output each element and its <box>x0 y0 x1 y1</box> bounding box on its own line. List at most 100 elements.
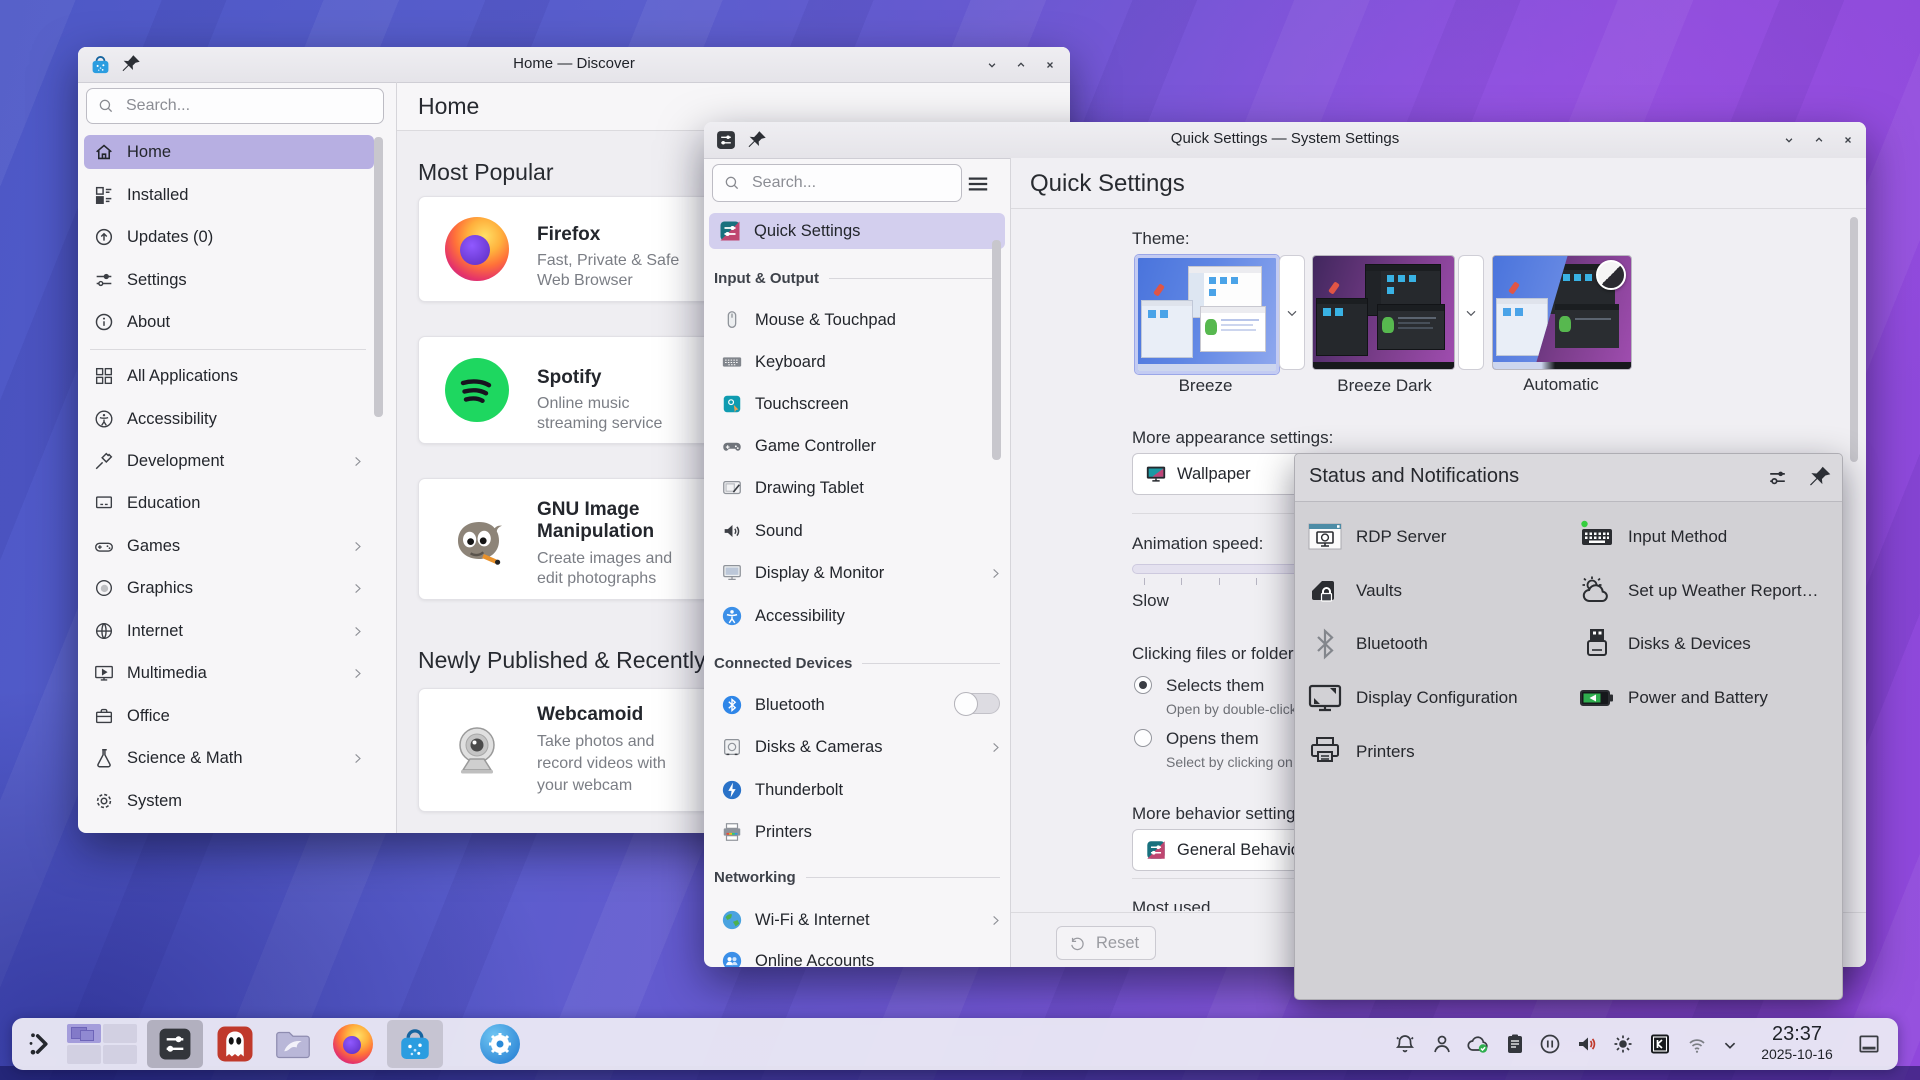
maximize-button[interactable] <box>1805 126 1833 154</box>
sidebar-item-office[interactable]: Office <box>84 699 374 733</box>
tray-item-vaults[interactable]: Vaults <box>1307 572 1402 610</box>
theme-thumbnail-breeze-dark[interactable] <box>1312 255 1455 370</box>
sidebar-item-thunderbolt[interactable]: Thunderbolt <box>712 772 1012 808</box>
pin-icon[interactable] <box>1807 464 1833 490</box>
user-icon[interactable] <box>1430 1032 1454 1056</box>
sidebar-item-system[interactable]: System <box>84 784 374 818</box>
info-icon <box>93 311 115 333</box>
sidebar-item-updates[interactable]: Updates (0) <box>84 220 374 254</box>
sidebar-item-installed[interactable]: Installed <box>84 178 374 212</box>
close-button[interactable] <box>1834 126 1862 154</box>
task-dolphin[interactable] <box>273 1025 313 1065</box>
thunderbolt-icon <box>721 779 743 801</box>
chevron-right-icon <box>988 566 1003 581</box>
sidebar-item-development[interactable]: Development <box>84 444 374 478</box>
theme-breeze-dropdown[interactable] <box>1279 255 1305 370</box>
task-system-settings[interactable] <box>147 1020 203 1068</box>
sidebar-item-home[interactable]: Home <box>84 135 374 169</box>
cloud-sync-icon[interactable] <box>1466 1032 1490 1056</box>
section-header-connected-devices: Connected Devices <box>714 655 1000 672</box>
close-button[interactable] <box>1036 51 1064 79</box>
show-desktop-button[interactable] <box>1856 1031 1882 1057</box>
discover-task-icon <box>395 1024 435 1064</box>
clipboard-icon[interactable] <box>1503 1032 1527 1056</box>
tray-item-printers[interactable]: Printers <box>1307 733 1415 771</box>
tray-item-weather[interactable]: Set up Weather Report… <box>1579 572 1819 610</box>
brightness-icon[interactable] <box>1611 1032 1635 1056</box>
printer-outline-icon <box>1307 734 1343 770</box>
sidebar-item-wifi-internet[interactable]: Wi-Fi & Internet <box>712 902 1012 938</box>
keyboard-layout-icon[interactable] <box>1648 1032 1672 1056</box>
app-launcher-icon[interactable] <box>26 1030 54 1058</box>
sidebar-item-sound[interactable]: Sound <box>712 513 1012 549</box>
tray-item-rdp-server[interactable]: RDP Server <box>1307 518 1446 556</box>
sidebar-item-graphics[interactable]: Graphics <box>84 571 374 605</box>
speaker-icon <box>721 520 743 542</box>
sidebar-item-accessibility[interactable]: Accessibility <box>84 402 374 436</box>
sidebar-item-mouse-touchpad[interactable]: Mouse & Touchpad <box>712 302 1012 338</box>
theme-thumbnail-automatic[interactable] <box>1492 255 1632 370</box>
sidebar-item-settings[interactable]: Settings <box>84 263 374 297</box>
sidebar-item-about[interactable]: About <box>84 305 374 339</box>
tray-item-disks-devices[interactable]: Disks & Devices <box>1579 625 1751 663</box>
task-discover[interactable] <box>387 1020 443 1068</box>
sidebar-item-keyboard[interactable]: Keyboard <box>712 344 1012 380</box>
webcamoid-icon <box>445 718 509 782</box>
sidebar-item-science-math[interactable]: Science & Math <box>84 741 374 775</box>
minimize-button[interactable] <box>1775 126 1803 154</box>
radio-opens-them[interactable] <box>1134 729 1152 747</box>
sidebar-item-game-controller[interactable]: Game Controller <box>712 428 1012 464</box>
tray-item-bluetooth[interactable]: Bluetooth <box>1307 625 1428 663</box>
accessibility-blue-icon <box>721 605 743 627</box>
discover-search[interactable] <box>86 88 384 124</box>
sidebar-item-education[interactable]: Education <box>84 486 374 520</box>
sidebar-item-internet[interactable]: Internet <box>84 614 374 648</box>
notifications-bell-icon[interactable] <box>1393 1032 1417 1056</box>
tray-item-display-configuration[interactable]: Display Configuration <box>1307 679 1518 717</box>
clock[interactable]: 23:37 2025-10-16 <box>1745 1022 1849 1066</box>
sidebar-item-printers[interactable]: Printers <box>712 814 1012 850</box>
tray-expand-icon[interactable] <box>1719 1034 1741 1056</box>
task-konqueror[interactable] <box>480 1024 520 1064</box>
sidebar-scrollbar[interactable] <box>992 240 1001 460</box>
discover-titlebar[interactable]: Home — Discover <box>78 47 1070 83</box>
maximize-button[interactable] <box>1007 51 1035 79</box>
sidebar-item-quick-settings[interactable]: Quick Settings <box>709 213 1005 249</box>
settings-search-input[interactable] <box>750 173 951 193</box>
minimize-button[interactable] <box>978 51 1006 79</box>
theme-thumbnail-breeze[interactable] <box>1135 255 1279 374</box>
sidebar-item-display-monitor[interactable]: Display & Monitor <box>712 555 1012 591</box>
volume-icon[interactable] <box>1575 1032 1599 1056</box>
desktop: Home — Discover Home Home Installed Upda… <box>0 0 1920 1080</box>
radio-selects-them[interactable] <box>1134 676 1152 694</box>
media-pause-icon[interactable] <box>1538 1032 1562 1056</box>
tray-item-power-battery[interactable]: Power and Battery <box>1579 679 1768 717</box>
bluetooth-toggle[interactable] <box>954 693 1000 714</box>
settings-search[interactable] <box>712 164 962 202</box>
sidebar-item-accessibility[interactable]: Accessibility <box>712 598 1012 634</box>
discover-search-input[interactable] <box>124 96 373 116</box>
sidebar-item-drawing-tablet[interactable]: Drawing Tablet <box>712 470 1012 506</box>
tray-item-input-method[interactable]: Input Method <box>1579 518 1727 556</box>
content-scrollbar[interactable] <box>1850 217 1858 462</box>
chevron-right-icon <box>350 751 365 766</box>
system-settings-titlebar[interactable]: Quick Settings — System Settings <box>704 122 1866 159</box>
theme-breeze-dark-dropdown[interactable] <box>1458 255 1484 370</box>
task-firefox[interactable] <box>333 1024 373 1064</box>
sidebar-item-all-applications[interactable]: All Applications <box>84 359 374 393</box>
task-ghostwriter[interactable] <box>215 1024 255 1064</box>
sidebar-item-touchscreen[interactable]: Touchscreen <box>712 386 1012 422</box>
reset-button[interactable]: Reset <box>1056 926 1156 960</box>
virtual-desktop-pager[interactable] <box>67 1024 139 1064</box>
hamburger-menu-icon[interactable] <box>965 171 991 197</box>
usb-drive-icon <box>1579 626 1615 662</box>
sidebar-item-disks-cameras[interactable]: Disks & Cameras <box>712 729 1012 765</box>
configure-icon[interactable] <box>1765 465 1790 490</box>
sidebar-scrollbar[interactable] <box>374 137 383 417</box>
behavior-settings-label: More behavior settings: <box>1132 804 1309 824</box>
clipped-row: Most used <box>1132 898 1210 911</box>
sidebar-item-multimedia[interactable]: Multimedia <box>84 656 374 690</box>
sidebar-item-online-accounts[interactable]: Online Accounts <box>712 943 1012 967</box>
wifi-icon[interactable] <box>1685 1032 1709 1056</box>
sidebar-item-games[interactable]: Games <box>84 529 374 563</box>
